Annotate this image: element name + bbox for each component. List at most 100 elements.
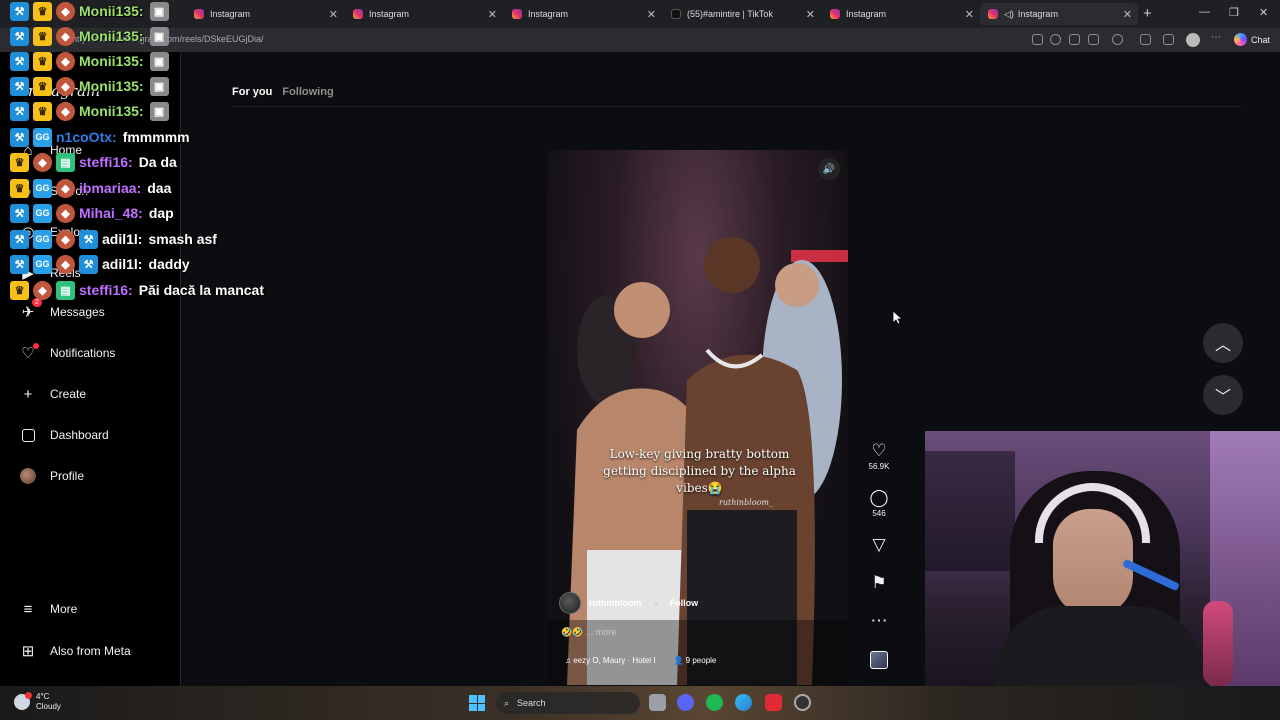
audio-track[interactable]: ♫ eezy O, Maury · Hotel I [565,656,655,665]
browser-tab[interactable]: Instagram ✕ [186,3,344,25]
webcam-background-shelf [925,451,1015,571]
new-tab-button[interactable]: + [1143,5,1152,22]
spotify-icon[interactable] [706,694,723,711]
fox-badge-icon: ◆ [56,1,75,21]
tool-badge-icon: ⚒ [10,76,29,96]
tab-following[interactable]: Following [282,86,333,98]
emote-icon: ▣ [149,76,169,96]
browser-tab[interactable]: Instagram ✕ [822,3,980,25]
previous-reel-button[interactable]: ︿ [1203,323,1243,363]
sidebar-item-more[interactable]: ≡ More [18,599,78,619]
crown-badge-icon: ♛ [33,101,52,121]
minimize-button[interactable]: — [1199,6,1210,18]
chevron-up-icon: ︿ [1214,337,1231,354]
author-name[interactable]: ruthinbloom_ [589,598,647,608]
fox-badge-icon: ◆ [56,26,75,46]
read-aloud-icon[interactable] [1069,34,1080,45]
crown-badge-icon: ♛ [33,1,52,21]
crown-badge-icon: ♛ [33,26,52,46]
extensions-icon[interactable] [1140,34,1151,45]
browser-tab-active[interactable]: ◁) Instagram ✕ [980,3,1138,25]
microphone-icon [1203,601,1233,686]
gift-badge-icon: ▤ [56,152,75,172]
instagram-icon [512,9,522,19]
sidebar-item-messages[interactable]: ✈ 2 Messages [18,298,105,322]
favorites-icon[interactable] [1163,34,1174,45]
tool-badge-icon: ⚒ [79,229,98,249]
apps-icon[interactable] [1032,34,1043,45]
volume-button[interactable]: 🔊 [818,158,840,180]
reel-video[interactable]: 🔊 Low-key giving bratty bottom getting d… [547,150,848,685]
author-avatar[interactable] [559,592,581,614]
divider [232,106,1242,107]
emote-icon: ▣ [149,51,169,71]
windows-start-button[interactable] [469,695,485,711]
share-button[interactable]: ▽ [866,536,892,554]
zoom-icon[interactable] [1050,34,1061,45]
tool-badge-icon: ⚒ [79,254,98,274]
more-options-button[interactable]: ⋯ [866,612,892,630]
comment-button[interactable]: ◯ 546 [866,489,892,519]
restore-button[interactable]: ❐ [1229,6,1239,19]
sidebar-item-also-from-meta[interactable]: ⊞ Also from Meta [18,641,131,661]
save-button[interactable]: ⚑ [866,574,892,592]
gg-badge-icon: GG [33,127,52,147]
discord-icon[interactable] [677,694,694,711]
gg-badge-icon: GG [33,229,52,249]
browser-tab[interactable]: Instagram ✕ [345,3,503,25]
heart-icon: ♡ [18,343,39,363]
more-menu-icon[interactable]: ⋯ [1211,32,1222,43]
edge-icon[interactable] [735,694,752,711]
copilot-icon [1234,33,1247,46]
sidebar-item-create[interactable]: + Create [18,384,86,404]
bookmark-icon: ⚑ [871,573,887,592]
file-explorer-icon[interactable] [649,694,666,711]
tab-for-you[interactable]: For you [232,86,272,98]
menu-icon: ≡ [23,600,33,618]
caption-more[interactable]: 🤣🤣 ... more [561,627,616,638]
audio-thumbnail[interactable] [870,651,888,669]
weather-widget[interactable]: 4°C Cloudy [14,692,61,712]
chat-message: ♛ ◆ ▤ steffi16: Păi dacă la mancat [10,279,264,301]
sidebar-item-notifications[interactable]: ♡ Notifications [18,343,115,363]
obs-icon[interactable] [794,694,811,711]
tool-badge-icon: ⚒ [10,254,29,274]
fox-badge-icon: ◆ [56,51,75,71]
next-reel-button[interactable]: ﹀ [1203,375,1243,415]
close-tab-icon[interactable]: ✕ [647,8,656,21]
crown-badge-icon: ♛ [10,178,29,198]
refresh-icon[interactable] [1112,34,1123,45]
profile-avatar[interactable] [1186,33,1200,47]
app-icon[interactable] [765,694,782,711]
chat-message: ⚒ GG ◆ ⚒ adil1l: daddy [10,253,190,275]
browser-tab-bar: Instagram ✕ Instagram ✕ Instagram ✕ (55)… [0,0,1280,28]
webcam-streamer-body [995,606,1205,686]
chat-message: ⚒ ♛ ◆ Monii135: ▣ [10,0,173,22]
close-tab-icon[interactable]: ✕ [488,8,497,21]
fox-badge-icon: ◆ [56,203,75,223]
heart-icon: ♡ [871,441,887,460]
feed-tabs: For you Following [232,86,334,98]
fox-badge-icon: ◆ [33,280,52,300]
comment-count: 546 [872,509,886,518]
mouse-cursor [893,311,903,325]
sidebar-item-dashboard[interactable]: Dashboard [18,425,109,445]
close-window-button[interactable]: ✕ [1259,6,1268,19]
like-button[interactable]: ♡ 56.9K [866,441,892,472]
close-tab-icon[interactable]: ✕ [806,8,815,21]
close-tab-icon[interactable]: ✕ [329,8,338,21]
copilot-chat-button[interactable]: Chat [1234,33,1270,46]
browser-tab[interactable]: Instagram ✕ [504,3,662,25]
tagged-people[interactable]: 👤 9 people [673,656,716,665]
browser-tab[interactable]: (55)#amintire | TikTok ✕ [663,3,821,25]
chat-message: ⚒ GG n1coOtx: fmmmmm [10,126,190,148]
follow-button[interactable]: Follow [670,598,699,608]
favorite-star-icon[interactable] [1088,34,1099,45]
sidebar-item-profile[interactable]: Profile [18,466,84,486]
meta-apps-icon: ⊞ [21,643,35,660]
plus-icon: + [23,385,33,403]
taskbar-search[interactable]: ⌕ Search [496,692,640,714]
close-tab-icon[interactable]: ✕ [965,8,974,21]
close-tab-icon[interactable]: ✕ [1123,8,1132,21]
search-icon: ⌕ [504,697,510,708]
